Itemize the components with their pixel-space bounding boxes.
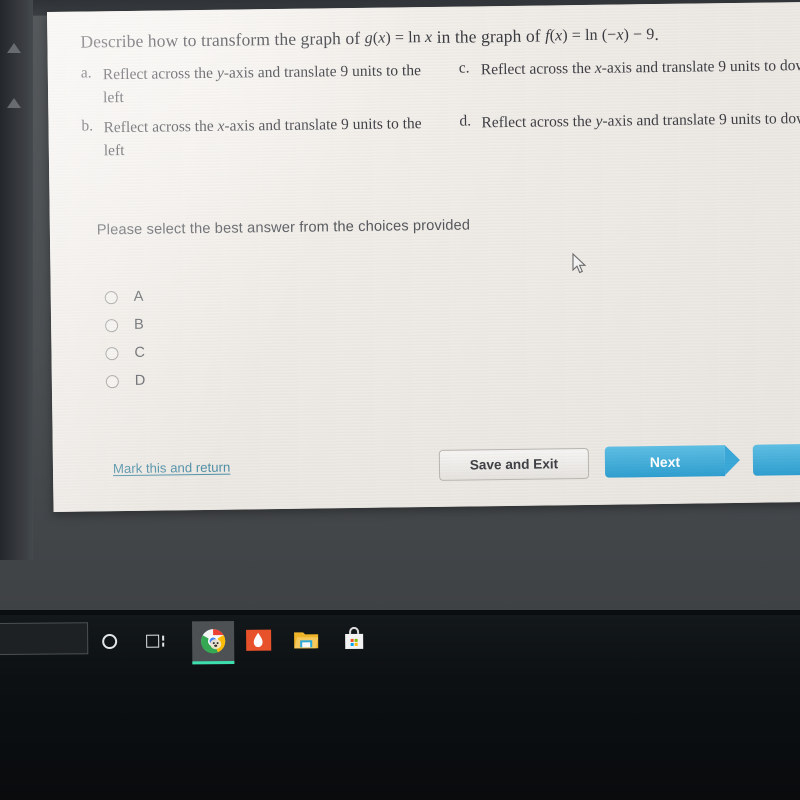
chrome-icon[interactable]	[191, 620, 235, 665]
task-view-glyph	[146, 633, 165, 648]
answer-choices-grid: a. Reflect across the y-axis and transla…	[81, 55, 800, 163]
orange-app-glyph	[245, 629, 271, 651]
choice-letter: b.	[81, 117, 94, 135]
bezel-triangle-icon	[7, 43, 21, 53]
footer-action-bar: Mark this and return Save and Exit Next …	[53, 440, 800, 512]
orange-app-icon[interactable]	[243, 625, 273, 655]
screenshot-root: Describe how to transform the graph of g…	[0, 0, 800, 800]
answer-radio-group: A B C D	[104, 283, 146, 396]
next-button-label: Next	[649, 453, 681, 470]
radio-button-icon[interactable]	[105, 374, 119, 388]
radio-option-a[interactable]: A	[104, 283, 145, 312]
quiz-page-card: Describe how to transform the graph of g…	[47, 1, 800, 512]
mark-this-and-return-link[interactable]: Mark this and return	[113, 460, 230, 477]
radio-label: C	[134, 344, 146, 361]
choice-c: c. Reflect across the x-axis and transla…	[459, 55, 800, 106]
radio-button-icon[interactable]	[105, 318, 119, 332]
mouse-cursor-icon	[572, 252, 588, 280]
chrome-glyph	[201, 629, 226, 654]
choice-letter: a.	[80, 64, 92, 82]
next-arrow-icon	[724, 444, 741, 476]
question-lead: Describe how to transform the graph of	[80, 27, 361, 52]
taskbar-items	[0, 616, 800, 681]
radio-button-icon[interactable]	[105, 346, 119, 360]
choice-text: Reflect across the x-axis and translate …	[103, 114, 422, 160]
choice-text: Reflect across the y-axis and translate …	[102, 62, 422, 107]
question-period: .	[654, 23, 660, 45]
radio-option-d[interactable]: D	[105, 367, 146, 396]
radio-button-icon[interactable]	[104, 290, 118, 304]
choice-a: a. Reflect across the y-axis and transla…	[81, 60, 442, 111]
taskbar-search-input[interactable]	[0, 622, 89, 656]
choice-text: Reflect across the x-axis and translate …	[480, 56, 800, 79]
radio-option-b[interactable]: B	[105, 311, 145, 340]
cortana-circle-glyph	[101, 633, 117, 649]
instruction-text: Please select the best answer from the c…	[96, 217, 471, 239]
quiz-page-content: Describe how to transform the graph of g…	[47, 1, 800, 512]
task-view-icon[interactable]	[140, 626, 170, 656]
next-button[interactable]: Next	[604, 444, 741, 478]
radio-option-c[interactable]: C	[105, 339, 145, 368]
radio-label: A	[133, 288, 144, 305]
question-text: Describe how to transform the graph of g…	[80, 24, 659, 53]
monitor-left-bezel	[0, 0, 33, 560]
question-middle: in the graph of	[436, 25, 541, 47]
choice-letter: d.	[459, 112, 472, 130]
choice-letter: c.	[458, 59, 470, 77]
submit-button[interactable]: Sub	[752, 443, 800, 476]
f-expression: f(x) = ln (−x) − 9	[545, 26, 655, 45]
radio-label: B	[133, 316, 144, 333]
windows-taskbar	[0, 615, 800, 800]
radio-label: D	[134, 372, 146, 389]
microsoft-store-icon[interactable]	[339, 624, 369, 654]
g-expression: g(x) = ln x	[364, 28, 433, 47]
choice-d: d. Reflect across the y-axis and transla…	[459, 108, 800, 159]
choice-b: b. Reflect across the x-axis and transla…	[81, 113, 442, 164]
cortana-icon[interactable]	[94, 626, 124, 656]
bezel-triangle-icon	[7, 98, 21, 108]
file-explorer-icon[interactable]	[291, 624, 321, 654]
folder-glyph	[294, 632, 319, 649]
save-and-exit-button[interactable]: Save and Exit	[438, 447, 590, 481]
choice-text: Reflect across the y-axis and translate …	[481, 109, 800, 132]
store-bag-glyph	[345, 626, 364, 649]
